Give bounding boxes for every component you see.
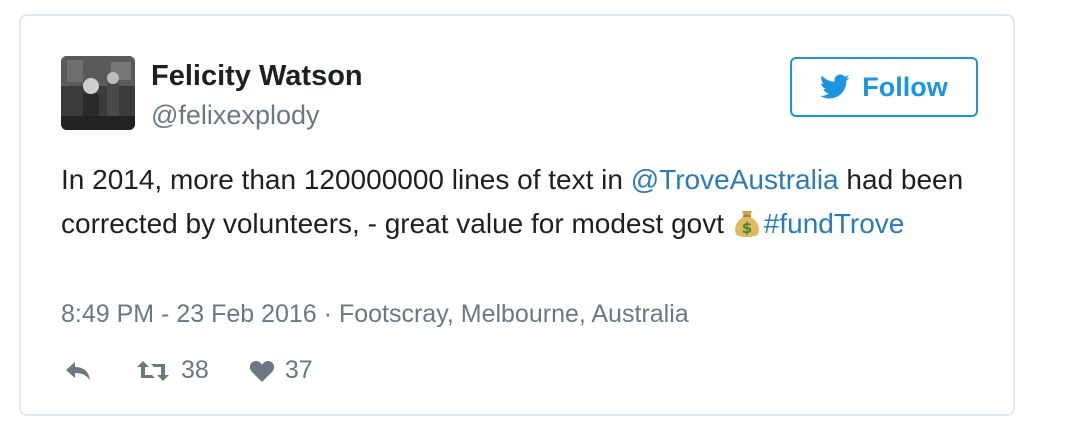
svg-text:$: $ <box>742 219 752 237</box>
money-bag-icon: $ <box>732 207 762 252</box>
tweet-meta: 8:49 PM - 23 Feb 2016 · Footscray, Melbo… <box>61 300 689 329</box>
tweet-timestamp[interactable]: 8:49 PM - 23 Feb 2016 <box>61 300 317 328</box>
twitter-bird-icon <box>820 74 850 100</box>
heart-icon <box>249 359 275 383</box>
like-button[interactable]: 37 <box>249 356 313 385</box>
tweet-location[interactable]: Footscray, Melbourne, Australia <box>339 300 689 328</box>
tweet-actions: 38 37 <box>63 356 313 385</box>
retweet-count: 38 <box>181 356 209 384</box>
reply-icon <box>63 359 93 383</box>
mention-link[interactable]: @TroveAustralia <box>631 164 839 195</box>
reply-button[interactable] <box>63 359 93 383</box>
like-count: 37 <box>284 356 313 384</box>
tweet-card: Felicity Watson @felixexplody Follow In … <box>19 14 1015 416</box>
follow-button-label: Follow <box>862 71 948 102</box>
avatar[interactable] <box>61 56 135 130</box>
author-name[interactable]: Felicity Watson <box>151 60 363 93</box>
tweet-text-part1: In 2014, more than 120000000 lines of te… <box>61 164 631 195</box>
tweet-text: In 2014, more than 120000000 lines of te… <box>61 158 981 252</box>
hashtag-link[interactable]: #fundTrove <box>764 208 905 239</box>
retweet-button[interactable]: 38 <box>135 356 209 385</box>
follow-button[interactable]: Follow <box>790 57 978 117</box>
author-handle[interactable]: @felixexplody <box>151 100 320 131</box>
meta-separator: · <box>323 300 332 328</box>
retweet-icon <box>135 359 171 383</box>
